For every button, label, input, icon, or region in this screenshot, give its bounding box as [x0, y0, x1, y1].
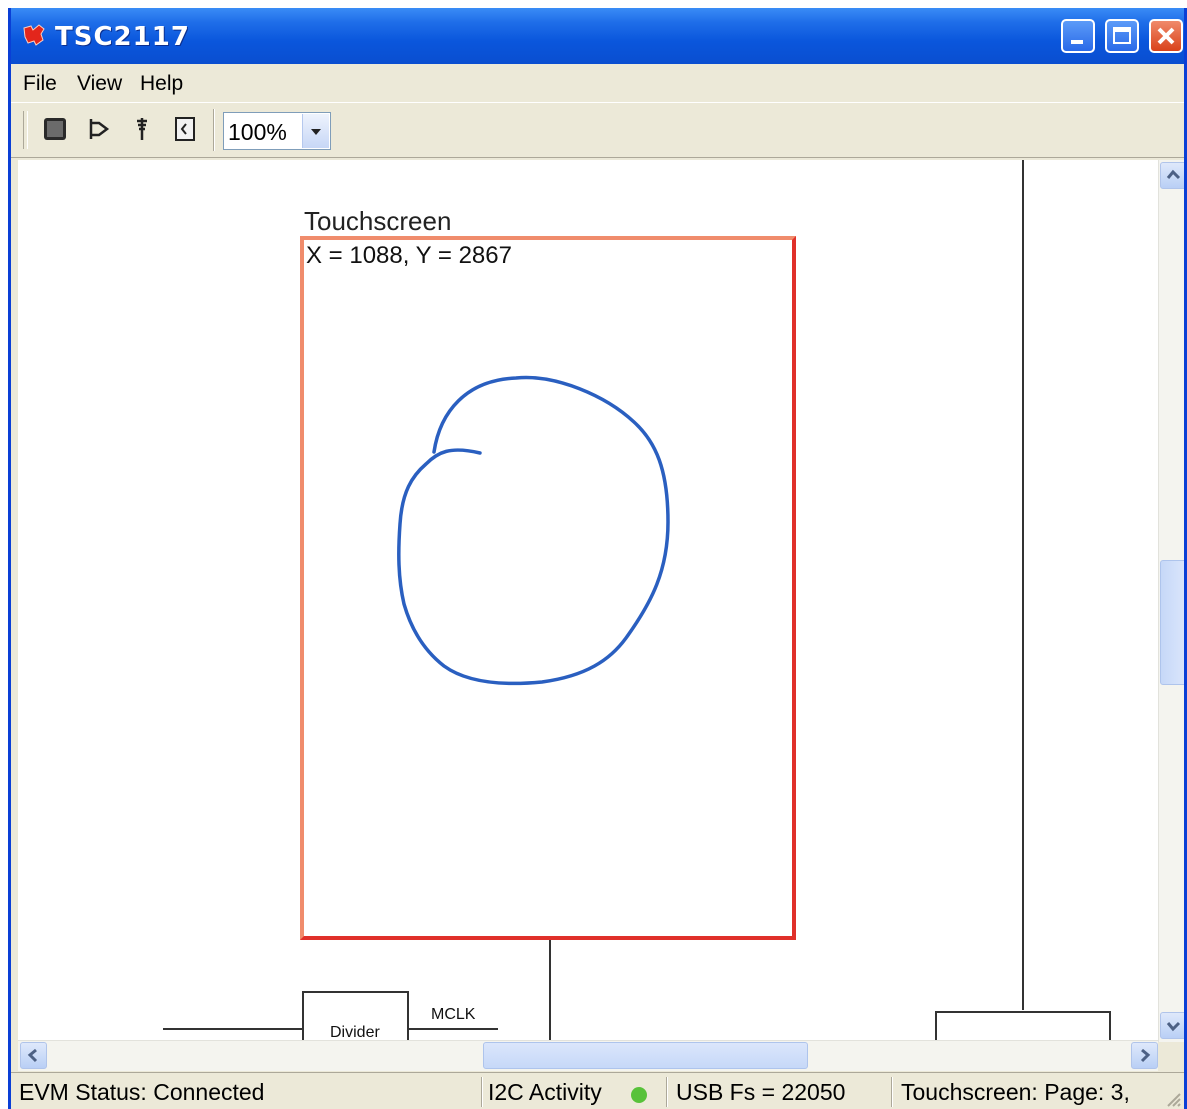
- toolbar: 100%: [11, 102, 1184, 158]
- menu-bar: File View Help: [11, 64, 1184, 102]
- zoom-select[interactable]: 100%: [223, 112, 331, 150]
- status-separator: [891, 1077, 893, 1107]
- touchscreen-title: Touchscreen: [304, 206, 452, 236]
- horizontal-scroll-thumb[interactable]: [483, 1042, 808, 1069]
- microphone-icon[interactable]: [128, 115, 156, 143]
- chevron-down-icon: [311, 129, 321, 135]
- scroll-right-button[interactable]: [1131, 1042, 1158, 1069]
- close-button[interactable]: [1149, 19, 1183, 53]
- chevron-up-icon: [1166, 169, 1181, 180]
- toolbar-separator: [213, 109, 215, 151]
- title-bar[interactable]: TSC2117: [11, 8, 1184, 64]
- maximize-icon: [1113, 27, 1131, 44]
- window-title: TSC2117: [55, 22, 190, 52]
- zoom-dropdown-button[interactable]: [302, 114, 329, 148]
- scroll-down-button[interactable]: [1160, 1012, 1184, 1039]
- keypad-icon[interactable]: [171, 115, 199, 143]
- toolbar-grip[interactable]: [23, 111, 28, 149]
- menu-file[interactable]: File: [23, 72, 57, 96]
- touchscreen-page-status: Touchscreen: Page: 3,: [901, 1079, 1130, 1105]
- status-separator: [481, 1077, 483, 1107]
- minimize-button[interactable]: [1061, 19, 1095, 53]
- horizontal-scrollbar[interactable]: [18, 1040, 1158, 1071]
- scroll-up-button[interactable]: [1160, 162, 1184, 189]
- zoom-value: 100%: [228, 119, 287, 145]
- close-icon: [1157, 27, 1175, 45]
- app-window: TSC2117 File View Help 100% Touchscreen …: [8, 8, 1187, 1109]
- menu-view[interactable]: View: [77, 72, 122, 96]
- touch-stroke: [397, 375, 670, 686]
- mclk-label: MCLK: [431, 1006, 476, 1023]
- usb-fs-status: USB Fs = 22050: [676, 1079, 846, 1105]
- ti-logo-icon: [23, 24, 45, 46]
- i2c-activity-indicator: [631, 1087, 647, 1103]
- minimize-icon: [1071, 40, 1083, 44]
- resize-grip-icon[interactable]: [1164, 1090, 1182, 1108]
- vertical-scroll-thumb[interactable]: [1160, 560, 1184, 685]
- status-separator: [666, 1077, 668, 1107]
- touchscreen-panel[interactable]: X = 1088, Y = 2867: [300, 236, 796, 940]
- chevron-right-icon: [1140, 1048, 1151, 1063]
- right-bracket-line: [935, 1011, 1111, 1040]
- chip-icon[interactable]: [41, 115, 69, 143]
- i2c-activity-label: I2C Activity: [488, 1079, 602, 1105]
- status-bar: EVM Status: Connected I2C Activity USB F…: [11, 1072, 1184, 1109]
- speaker-icon[interactable]: [85, 115, 113, 143]
- vertical-scrollbar[interactable]: [1158, 160, 1184, 1042]
- menu-help[interactable]: Help: [140, 72, 183, 96]
- chevron-left-icon: [27, 1048, 38, 1063]
- chevron-down-icon: [1166, 1021, 1181, 1032]
- scroll-left-button[interactable]: [20, 1042, 47, 1069]
- diagram-canvas[interactable]: Touchscreen X = 1088, Y = 2867 Divider M…: [18, 160, 1158, 1040]
- evm-status: EVM Status: Connected: [19, 1079, 265, 1105]
- divider-label: Divider: [330, 1024, 380, 1040]
- maximize-button[interactable]: [1105, 19, 1139, 53]
